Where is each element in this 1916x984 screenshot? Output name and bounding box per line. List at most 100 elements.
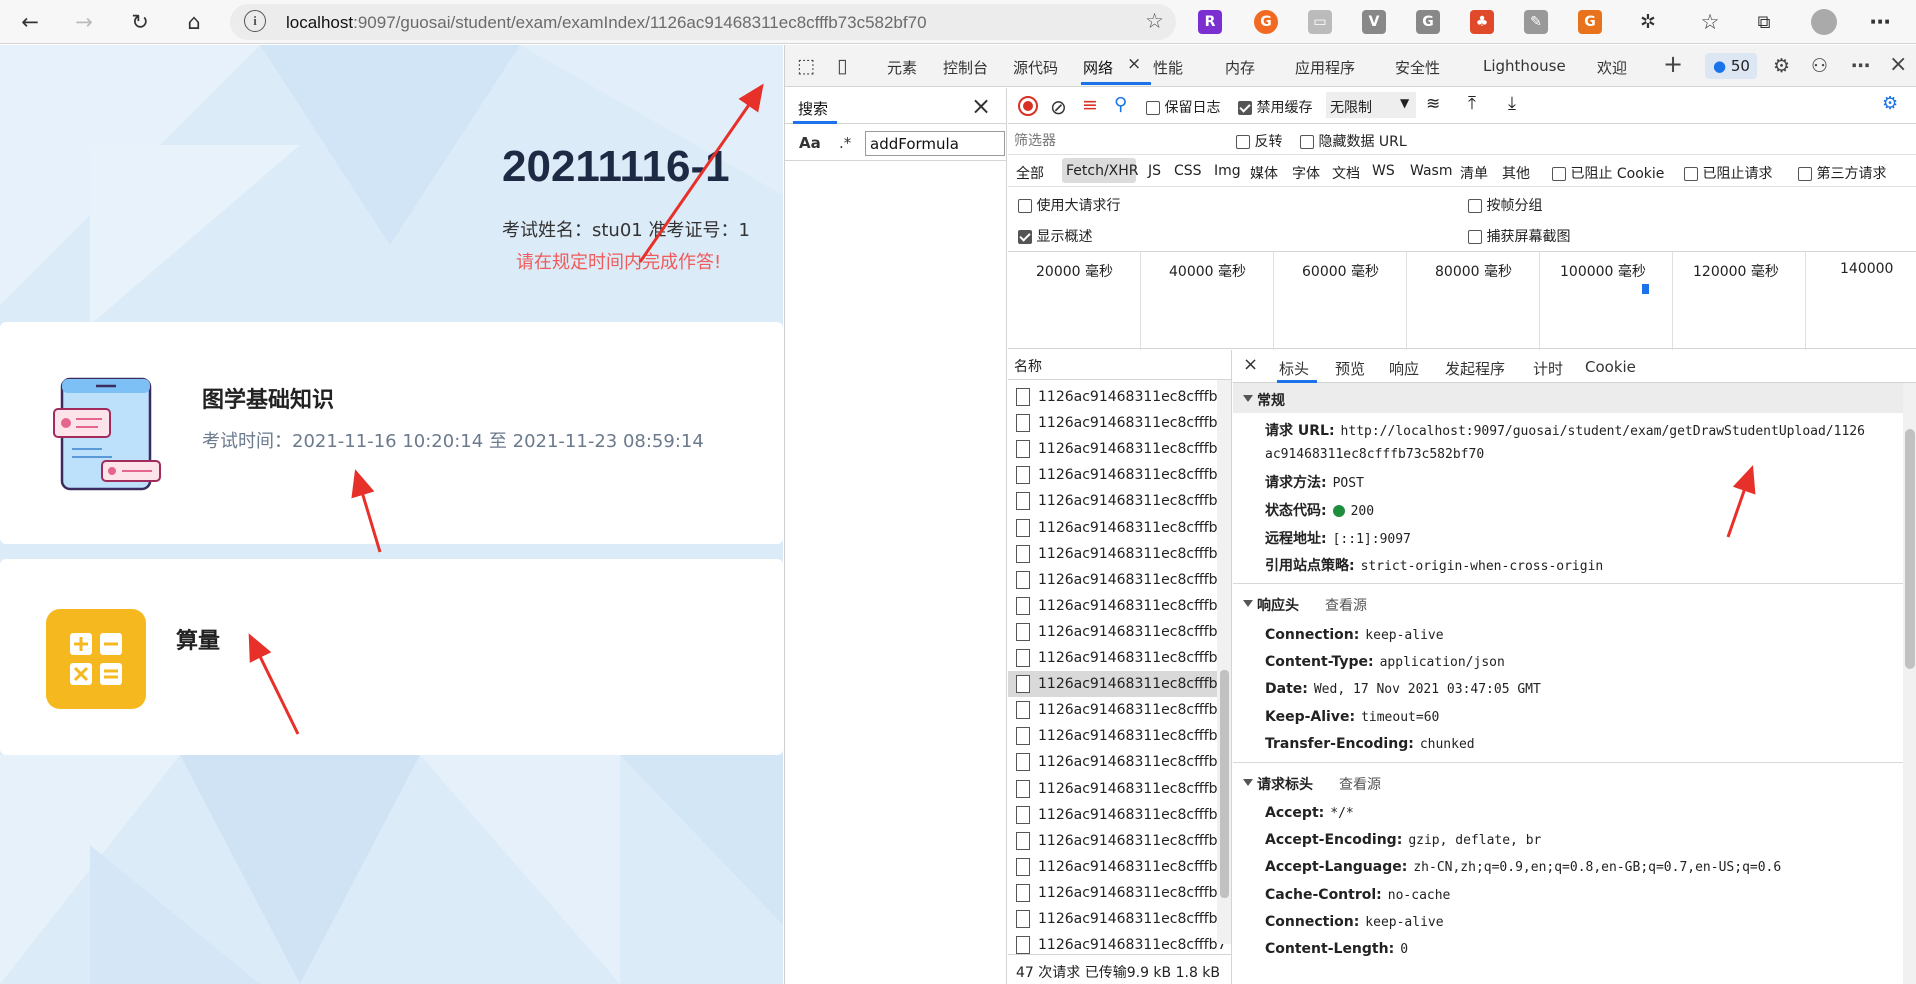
search-tab[interactable]: 搜索	[798, 98, 828, 119]
type-js[interactable]: JS	[1148, 163, 1161, 179]
type-wasm[interactable]: Wasm	[1410, 163, 1452, 179]
extension-gp-icon[interactable]: G	[1578, 10, 1602, 34]
type-fetch-xhr[interactable]: Fetch/XHR	[1066, 163, 1139, 179]
blocked-requests-checkbox[interactable]: 已阻止请求	[1684, 163, 1772, 183]
more-menu-icon[interactable]: ⋯	[1864, 6, 1896, 38]
address-bar[interactable]: i localhost:9097/guosai/student/exam/exa…	[230, 4, 1176, 40]
request-row[interactable]: 1126ac91468311ec8cfffb7	[1008, 697, 1228, 723]
address-url[interactable]: localhost:9097/guosai/student/exam/examI…	[286, 13, 927, 33]
back-arrow-icon[interactable]: ←	[14, 6, 46, 38]
request-row[interactable]: 1126ac91468311ec8cfffb7	[1008, 854, 1228, 880]
network-conditions-icon[interactable]: ≋	[1426, 94, 1440, 114]
tab-application[interactable]: 应用程序	[1295, 57, 1355, 78]
type-css[interactable]: CSS	[1174, 163, 1202, 179]
import-har-icon[interactable]: ⤒	[1468, 93, 1476, 114]
more-options-icon[interactable]: ⋯	[1851, 55, 1870, 77]
profile-avatar[interactable]	[1808, 6, 1840, 38]
tab-timing[interactable]: 计时	[1533, 358, 1563, 379]
request-row[interactable]: 1126ac91468311ec8cfffb7	[1008, 645, 1228, 671]
request-row[interactable]: 1126ac91468311ec8cfffb7	[1008, 776, 1228, 802]
request-row[interactable]: 1126ac91468311ec8cfffb7	[1008, 384, 1228, 410]
tab-welcome[interactable]: 欢迎	[1597, 57, 1627, 78]
request-row[interactable]: 1126ac91468311ec8cfffb7	[1008, 567, 1228, 593]
request-row[interactable]: 1126ac91468311ec8cfffb7	[1008, 488, 1228, 514]
favorites-icon[interactable]: ☆	[1694, 6, 1726, 38]
tab-headers[interactable]: 标头	[1279, 358, 1309, 379]
type-ws[interactable]: WS	[1372, 163, 1395, 179]
filter-icon[interactable]: ≡	[1082, 94, 1098, 116]
tab-initiator[interactable]: 发起程序	[1445, 358, 1505, 379]
subject-card-calc[interactable]: 算量	[0, 559, 783, 755]
customize-icon[interactable]: ⚇	[1811, 55, 1828, 77]
close-search-icon[interactable]: ×	[971, 92, 991, 120]
export-har-icon[interactable]: ⤓	[1508, 93, 1516, 114]
add-tab-icon[interactable]: +	[1663, 50, 1683, 78]
tab-preview[interactable]: 预览	[1335, 358, 1365, 379]
extensions-puzzle-icon[interactable]: ✲	[1632, 6, 1664, 38]
type-all[interactable]: 全部	[1016, 163, 1044, 183]
large-rows-checkbox[interactable]: 使用大请求行	[1018, 195, 1120, 215]
show-overview-checkbox[interactable]: 显示概述	[1018, 226, 1092, 246]
blocked-cookies-checkbox[interactable]: 已阻止 Cookie	[1552, 163, 1664, 183]
subject-title[interactable]: 图学基础知识	[202, 382, 334, 414]
issues-badge[interactable]: ● 50	[1705, 53, 1757, 79]
tab-lighthouse[interactable]: Lighthouse	[1483, 57, 1566, 75]
search-input[interactable]	[865, 131, 1005, 156]
tab-security[interactable]: 安全性	[1395, 57, 1440, 78]
detail-scrollbar[interactable]	[1903, 383, 1916, 984]
site-info-icon[interactable]: i	[244, 10, 266, 32]
type-other[interactable]: 其他	[1502, 163, 1530, 183]
request-list-scrollbar[interactable]	[1217, 380, 1231, 944]
request-row[interactable]: 1126ac91468311ec8cfffb7	[1008, 410, 1228, 436]
disable-cache-checkbox[interactable]: 禁用缓存	[1238, 97, 1312, 117]
tab-network[interactable]: 网络	[1083, 57, 1113, 78]
request-row[interactable]: 1126ac91468311ec8cfffb7	[1008, 880, 1228, 906]
extension-v-icon[interactable]: V	[1362, 10, 1386, 34]
invert-checkbox[interactable]: 反转	[1236, 131, 1282, 151]
forward-arrow-icon[interactable]: →	[68, 6, 100, 38]
request-row[interactable]: 1126ac91468311ec8cfffb7	[1008, 671, 1228, 698]
type-media[interactable]: 媒体	[1250, 163, 1278, 183]
inspect-element-icon[interactable]: ⬚	[797, 55, 815, 77]
request-row[interactable]: 1126ac91468311ec8cfffb7	[1008, 906, 1228, 932]
subject-card-graphics[interactable]: 图学基础知识 考试时间：2021-11-16 10:20:14 至 2021-1…	[0, 322, 783, 544]
extension-tree-icon[interactable]: ♣	[1470, 10, 1494, 34]
extension-g2-icon[interactable]: G	[1416, 10, 1440, 34]
tab-console[interactable]: 控制台	[943, 57, 988, 78]
request-row[interactable]: 1126ac91468311ec8cfffb7	[1008, 593, 1228, 619]
tab-sources[interactable]: 源代码	[1013, 57, 1058, 78]
match-case-button[interactable]: Aa	[799, 134, 821, 152]
filter-input[interactable]	[1014, 130, 1214, 152]
home-icon[interactable]: ⌂	[178, 6, 210, 38]
collections-icon[interactable]: ⧉	[1748, 6, 1780, 38]
request-row[interactable]: 1126ac91468311ec8cfffb7	[1008, 515, 1228, 541]
tab-response[interactable]: 响应	[1389, 358, 1419, 379]
network-overview[interactable]: 20000 毫秒 40000 毫秒 60000 毫秒 80000 毫秒 1000…	[1008, 251, 1916, 350]
hide-data-urls-checkbox[interactable]: 隐藏数据 URL	[1300, 131, 1407, 151]
clear-icon[interactable]: ⊘	[1050, 95, 1067, 119]
tab-performance[interactable]: 性能	[1153, 57, 1183, 78]
preserve-log-checkbox[interactable]: 保留日志	[1146, 97, 1220, 117]
request-row[interactable]: 1126ac91468311ec8cfffb7	[1008, 541, 1228, 567]
request-row[interactable]: 1126ac91468311ec8cfffb7	[1008, 436, 1228, 462]
view-source-link[interactable]: 查看源	[1325, 598, 1367, 614]
close-tab-icon[interactable]: ×	[1127, 54, 1141, 74]
extension-rp-icon[interactable]: R	[1198, 10, 1222, 34]
type-font[interactable]: 字体	[1292, 163, 1320, 183]
close-detail-icon[interactable]: ×	[1243, 354, 1258, 375]
type-img[interactable]: Img	[1214, 163, 1241, 179]
settings-gear-icon[interactable]: ⚙	[1773, 55, 1790, 77]
close-devtools-icon[interactable]: ×	[1889, 52, 1907, 77]
type-doc[interactable]: 文档	[1332, 163, 1360, 183]
add-favorite-icon[interactable]: ☆	[1145, 9, 1164, 33]
chevron-down-icon[interactable]: ▼	[1400, 96, 1409, 110]
group-by-frame-checkbox[interactable]: 按帧分组	[1468, 195, 1542, 215]
tab-elements[interactable]: 元素	[887, 57, 917, 78]
search-icon[interactable]: ⚲	[1114, 94, 1127, 115]
record-button[interactable]	[1018, 96, 1038, 116]
extension-g-icon[interactable]: G	[1254, 10, 1278, 34]
request-row[interactable]: 1126ac91468311ec8cfffb7	[1008, 619, 1228, 645]
regex-button[interactable]: .*	[839, 134, 851, 152]
request-row[interactable]: 1126ac91468311ec8cfffb7	[1008, 802, 1228, 828]
general-section-header[interactable]: 常规	[1233, 383, 1903, 413]
